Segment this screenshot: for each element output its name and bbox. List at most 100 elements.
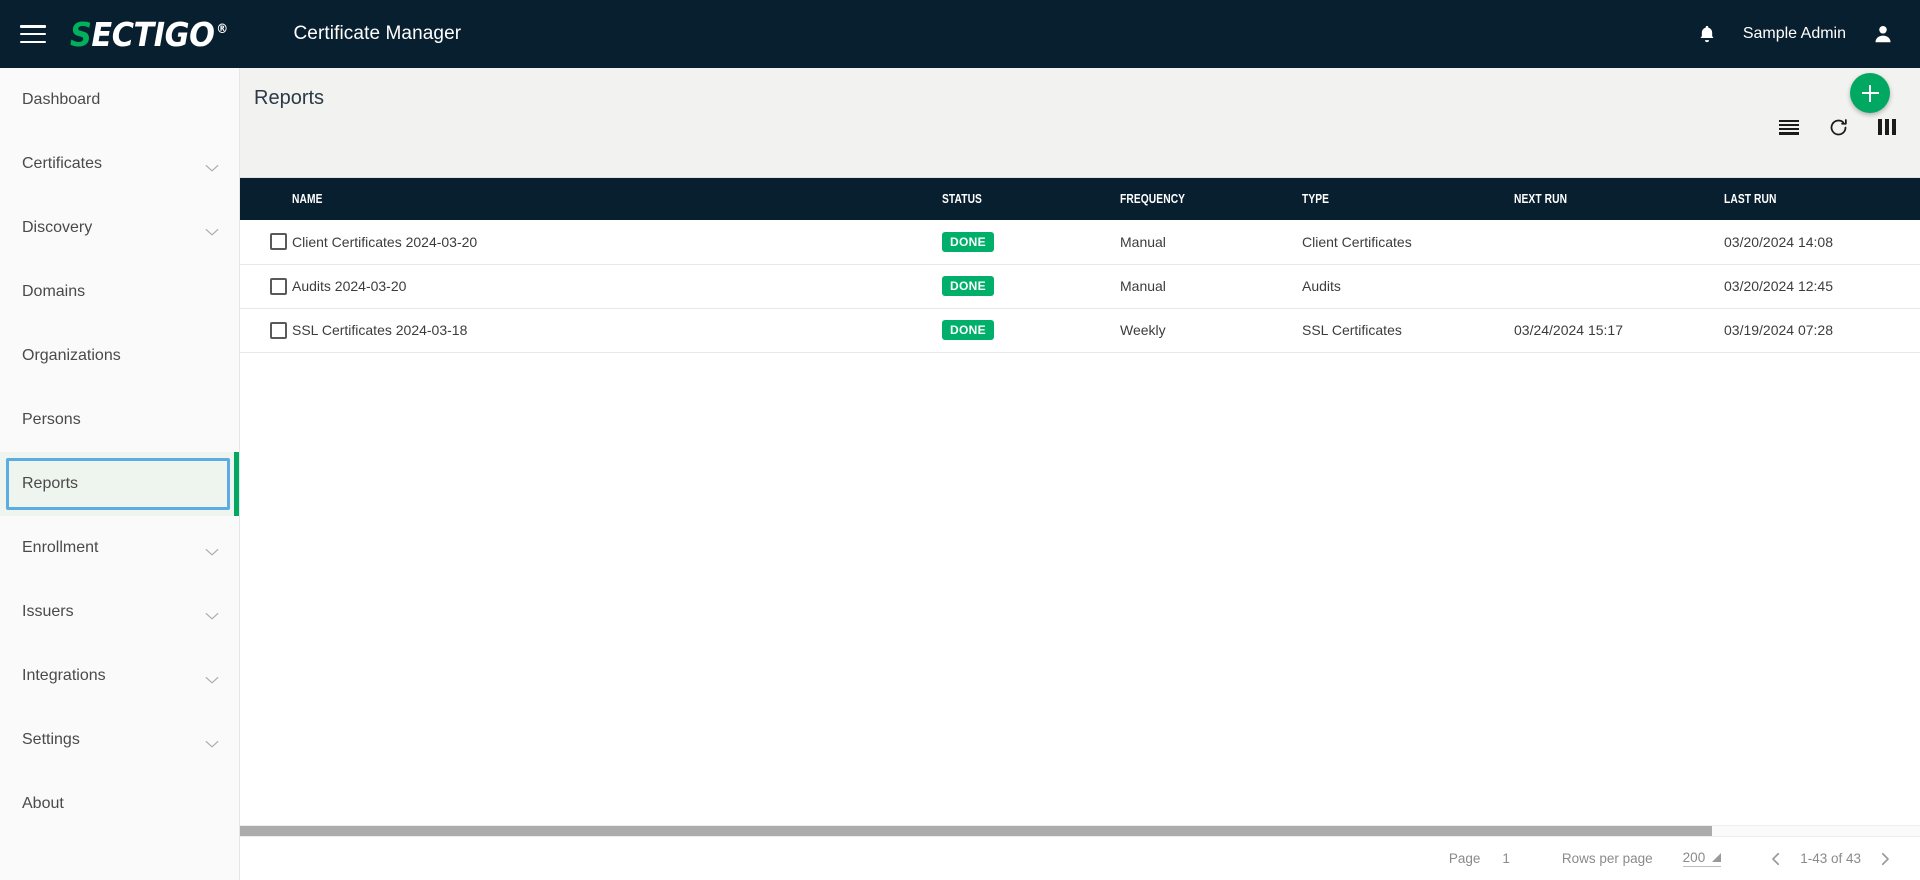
sidebar-item-label: Certificates bbox=[22, 155, 103, 172]
sidebar-item-issuers[interactable]: Issuers bbox=[0, 580, 239, 644]
cell-last-run: 03/19/2024 07:28 bbox=[1724, 308, 1920, 353]
sidebar-item-integrations[interactable]: Integrations bbox=[0, 644, 239, 708]
select-all-header bbox=[240, 178, 292, 220]
row-checkbox-cell bbox=[240, 308, 292, 353]
cell-last-run: 03/20/2024 14:08 bbox=[1724, 220, 1920, 265]
column-header-type[interactable]: TYPE bbox=[1302, 178, 1514, 220]
triangle-dropdown-icon bbox=[1712, 853, 1722, 862]
cell-status: DONE bbox=[942, 308, 1120, 353]
sidebar-item-persons[interactable]: Persons bbox=[0, 388, 239, 452]
chevron-down-icon[interactable] bbox=[205, 672, 219, 683]
cell-frequency: Manual bbox=[1120, 220, 1302, 265]
cell-name: SSL Certificates 2024-03-18 bbox=[292, 308, 942, 353]
cell-last-run: 03/20/2024 12:45 bbox=[1724, 264, 1920, 309]
column-header-name[interactable]: NAME bbox=[292, 178, 942, 220]
sidebar-item-label: Settings bbox=[22, 731, 80, 748]
sidebar-item-label: Enrollment bbox=[22, 539, 99, 556]
sidebar-item-enrollment[interactable]: Enrollment bbox=[0, 516, 239, 580]
cell-type: SSL Certificates bbox=[1302, 308, 1514, 353]
chevron-down-icon[interactable] bbox=[205, 736, 219, 747]
cell-next-run bbox=[1514, 264, 1724, 309]
row-checkbox[interactable] bbox=[270, 277, 287, 295]
top-navbar: S ECTIGO ® Certificate Manager Sample Ad… bbox=[0, 0, 1920, 68]
list-lines-icon[interactable] bbox=[1778, 116, 1800, 138]
pagination-bar: Page 1 Rows per page 200 1-43 of 43 bbox=[240, 836, 1920, 880]
row-checkbox[interactable] bbox=[270, 233, 287, 251]
cell-type: Audits bbox=[1302, 264, 1514, 309]
horizontal-scrollbar[interactable] bbox=[240, 825, 1920, 837]
sidebar-item-label: Issuers bbox=[22, 603, 74, 620]
column-header-last-run[interactable]: LAST RUN bbox=[1724, 178, 1920, 220]
table-row[interactable]: SSL Certificates 2024-03-18 DONE Weekly SSL… bbox=[240, 308, 1920, 353]
sidebar-item-label: Domains bbox=[22, 283, 86, 300]
cell-name: Client Certificates 2024-03-20 bbox=[292, 220, 942, 265]
cell-next-run: 03/24/2024 15:17 bbox=[1514, 308, 1724, 353]
table-toolbar bbox=[1778, 116, 1898, 138]
page-title: Reports bbox=[254, 87, 325, 109]
page-label: Page bbox=[1448, 851, 1481, 866]
chevron-left-icon[interactable] bbox=[1765, 848, 1787, 870]
row-checkbox-cell bbox=[240, 220, 292, 265]
sidebar-item-discovery[interactable]: Discovery bbox=[0, 196, 239, 260]
column-header-status[interactable]: STATUS bbox=[942, 178, 1120, 220]
main-content: Reports NAME STATUS FREQUENCY TYPE NEXT … bbox=[240, 68, 1920, 880]
status-badge: DONE bbox=[942, 276, 994, 296]
chevron-right-icon[interactable] bbox=[1874, 848, 1896, 870]
cell-status: DONE bbox=[942, 264, 1120, 309]
sidebar-item-label: About bbox=[22, 795, 64, 812]
app-title: Certificate Manager bbox=[293, 23, 462, 44]
chevron-down-icon[interactable] bbox=[205, 160, 219, 171]
status-badge: DONE bbox=[942, 231, 994, 252]
row-checkbox-cell bbox=[240, 264, 292, 309]
table-header-row: NAME STATUS FREQUENCY TYPE NEXT RUN LAST… bbox=[240, 178, 1920, 220]
rows-per-page-select[interactable]: 200 bbox=[1682, 850, 1722, 867]
user-name[interactable]: Sample Admin bbox=[1743, 25, 1846, 43]
sidebar-item-settings[interactable]: Settings bbox=[0, 708, 239, 772]
cell-next-run bbox=[1514, 220, 1724, 265]
cell-frequency: Weekly bbox=[1120, 308, 1302, 353]
sidebar-item-about[interactable]: About bbox=[0, 772, 239, 836]
user-icon[interactable] bbox=[1872, 23, 1894, 45]
cell-type: Client Certificates bbox=[1302, 220, 1514, 265]
column-header-next-run[interactable]: NEXT RUN bbox=[1514, 178, 1724, 220]
sidebar-item-domains[interactable]: Domains bbox=[0, 260, 239, 324]
table-header: NAME STATUS FREQUENCY TYPE NEXT RUN LAST… bbox=[240, 178, 1920, 220]
table-body: Client Certificates 2024-03-20 DONE Manual… bbox=[240, 220, 1920, 353]
sidebar: Dashboard Certificates Discovery Domains Org… bbox=[0, 68, 240, 880]
sidebar-item-label: Persons bbox=[22, 411, 81, 428]
column-header-frequency[interactable]: FREQUENCY bbox=[1120, 178, 1302, 220]
sidebar-item-organizations[interactable]: Organizations bbox=[0, 324, 239, 388]
reports-table-wrapper: NAME STATUS FREQUENCY TYPE NEXT RUN LAST… bbox=[240, 178, 1920, 353]
sidebar-item-dashboard[interactable]: Dashboard bbox=[0, 68, 239, 132]
cell-frequency: Manual bbox=[1120, 264, 1302, 309]
sidebar-item-label: Dashboard bbox=[22, 91, 101, 108]
sidebar-item-label: Discovery bbox=[22, 219, 93, 236]
rows-per-page-value: 200 bbox=[1682, 850, 1706, 865]
pagination-range: 1-43 of 43 bbox=[1800, 851, 1861, 866]
sidebar-item-label: Organizations bbox=[22, 347, 121, 364]
logo-text: ECTIGO bbox=[91, 14, 215, 54]
refresh-icon[interactable] bbox=[1827, 116, 1849, 138]
row-checkbox[interactable] bbox=[270, 321, 287, 339]
logo-s-letter: S bbox=[70, 14, 92, 54]
hamburger-icon[interactable] bbox=[20, 25, 46, 43]
table-row[interactable]: Client Certificates 2024-03-20 DONE Manual… bbox=[240, 220, 1920, 265]
bell-icon[interactable] bbox=[1697, 23, 1717, 45]
chevron-down-icon[interactable] bbox=[205, 608, 219, 619]
sectigo-logo: S ECTIGO ® bbox=[70, 15, 228, 54]
sidebar-item-certificates[interactable]: Certificates bbox=[0, 132, 239, 196]
chevron-down-icon[interactable] bbox=[205, 544, 219, 555]
chevron-down-icon[interactable] bbox=[205, 224, 219, 235]
page-header: Reports bbox=[240, 68, 1920, 178]
active-accent-bar bbox=[234, 452, 239, 516]
table-row[interactable]: Audits 2024-03-20 DONE Manual Audits 03/20/2… bbox=[240, 264, 1920, 309]
sidebar-item-label: Reports bbox=[22, 475, 79, 492]
columns-icon[interactable] bbox=[1876, 116, 1898, 138]
sidebar-item-reports[interactable]: Reports bbox=[0, 452, 239, 516]
page-number[interactable]: 1 bbox=[1502, 851, 1510, 866]
navbar-right: Sample Admin bbox=[1697, 23, 1894, 45]
cell-name: Audits 2024-03-20 bbox=[292, 264, 942, 309]
reports-table: NAME STATUS FREQUENCY TYPE NEXT RUN LAST… bbox=[240, 178, 1920, 353]
add-report-button[interactable] bbox=[1850, 73, 1890, 113]
cell-status: DONE bbox=[942, 220, 1120, 265]
